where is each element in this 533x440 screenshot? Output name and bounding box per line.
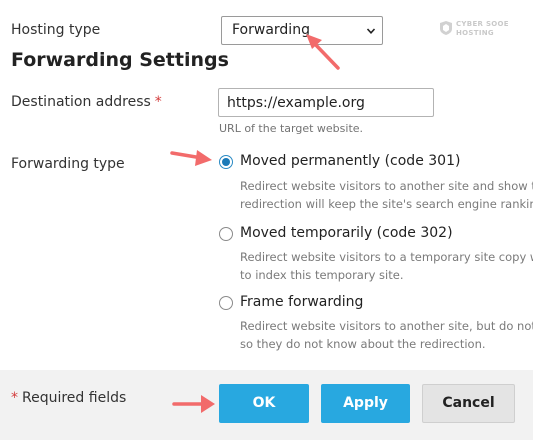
required-star: * — [11, 390, 18, 406]
description-line: so they do not know about the redirectio… — [240, 337, 486, 351]
hosting-type-selected-value: Forwarding — [232, 22, 310, 38]
description-line: to index this temporary site. — [240, 268, 404, 282]
description-line: redirection will keep the site's search … — [240, 197, 533, 211]
hosting-type-label: Hosting type — [11, 22, 101, 38]
description-line: Redirect website visitors to a temporary… — [240, 250, 533, 264]
option-description-frame-forwarding: Redirect website visitors to another sit… — [240, 317, 533, 353]
forwarding-settings-page: Hosting type Forwarding CYBER SOOE HOSTI… — [0, 0, 533, 440]
logo-text-line2: HOSTING — [456, 29, 494, 37]
destination-address-input[interactable] — [218, 88, 434, 117]
description-line: Redirect website visitors to another sit… — [240, 179, 533, 193]
radio-label-frame-forwarding[interactable]: Frame forwarding — [240, 294, 363, 310]
destination-address-label: Destination address — [11, 94, 151, 110]
ok-button[interactable]: OK — [219, 384, 309, 423]
required-star: * — [154, 94, 162, 110]
logo-text: CYBER SOOE HOSTING — [456, 20, 509, 38]
option-description-moved-permanently: Redirect website visitors to another sit… — [240, 177, 533, 213]
logo-text-line1: CYBER SOOE — [456, 20, 509, 28]
apply-button[interactable]: Apply — [321, 384, 410, 423]
chevron-down-icon — [366, 28, 376, 34]
hosting-type-select[interactable]: Forwarding — [221, 16, 383, 45]
annotation-arrow-icon — [170, 150, 212, 166]
section-title: Forwarding Settings — [11, 49, 229, 71]
logo-mark-icon — [440, 21, 452, 35]
radio-frame-forwarding[interactable] — [219, 296, 233, 310]
radio-moved-temporarily[interactable] — [219, 227, 233, 241]
description-line: Redirect website visitors to another sit… — [240, 319, 533, 333]
cancel-button[interactable]: Cancel — [422, 384, 515, 423]
destination-address-hint: URL of the target website. — [219, 122, 364, 135]
forwarding-type-label: Forwarding type — [11, 156, 125, 172]
radio-moved-permanently[interactable] — [219, 155, 233, 169]
required-fields-text: Required fields — [22, 390, 127, 406]
destination-address-label-row: Destination address * — [11, 94, 162, 110]
radio-label-moved-permanently[interactable]: Moved permanently (code 301) — [240, 153, 460, 169]
radio-label-moved-temporarily[interactable]: Moved temporarily (code 302) — [240, 225, 453, 241]
required-fields-note: * Required fields — [11, 390, 126, 406]
cyber-sooe-hosting-logo: CYBER SOOE HOSTING — [438, 18, 510, 44]
option-description-moved-temporarily: Redirect website visitors to a temporary… — [240, 248, 533, 284]
